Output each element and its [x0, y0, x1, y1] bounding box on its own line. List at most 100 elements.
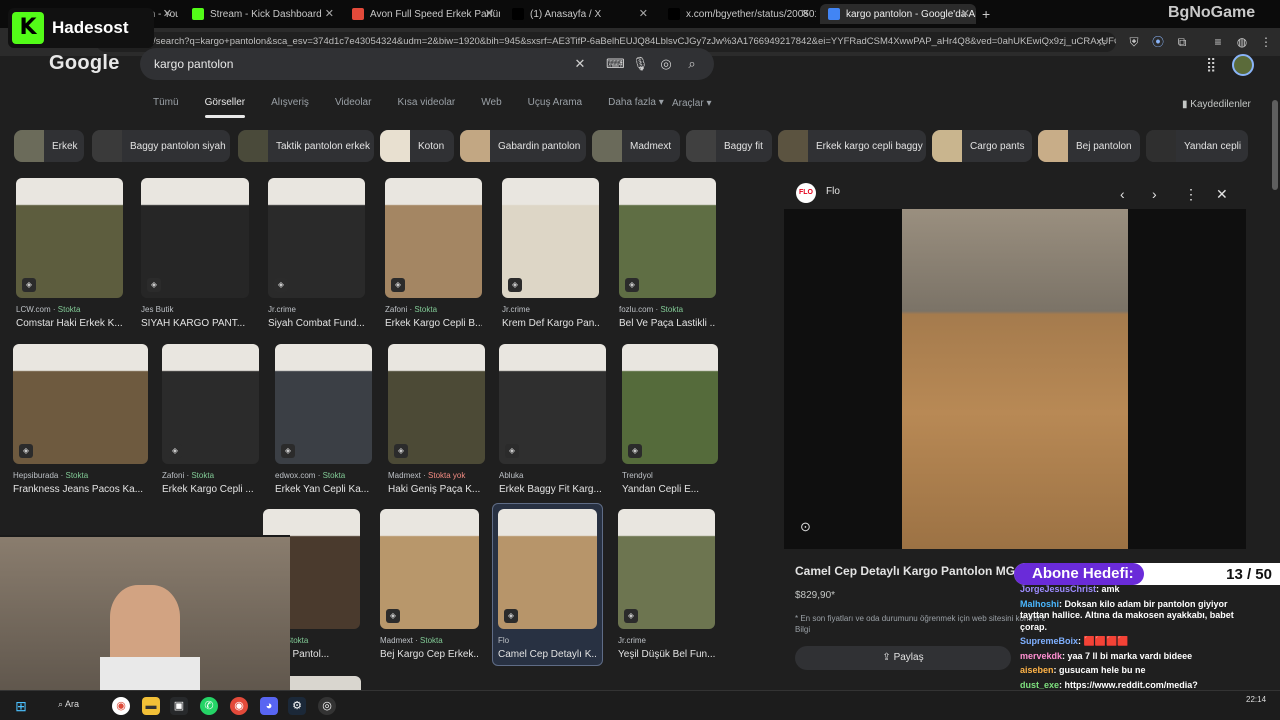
image-result[interactable]: ◈ Zafoni · Stokta Erkek Kargo Cepli B... — [385, 178, 482, 329]
result-title[interactable]: Comstar Haki Erkek K... — [16, 318, 123, 329]
image-result[interactable]: ◈ Jr.crime Krem Def Kargo Pan... — [502, 178, 599, 329]
result-title[interactable]: Haki Geniş Paça K... — [388, 484, 485, 495]
tab-close-icon[interactable]: ✕ — [163, 7, 172, 20]
result-thumbnail[interactable]: ◈ — [141, 178, 249, 298]
browser-tab[interactable]: Avon Full Speed Erkek Parfüm 75ml✕ — [344, 4, 500, 24]
result-title[interactable]: SİYAH KARGO PANT... — [141, 318, 249, 329]
nav-tab[interactable]: Kısa videolar — [384, 96, 468, 118]
browser-tab[interactable]: kargo pantolon - Google'da Ara ✕ — [820, 4, 976, 24]
result-title[interactable]: Bej Kargo Cep Erkek... — [380, 649, 479, 660]
profile-icon[interactable]: ◍ — [1234, 34, 1250, 50]
panel-title[interactable]: Camel Cep Detaylı Kargo Pantolon MG1C... — [795, 564, 1040, 578]
chevron-left-icon[interactable]: ‹ — [1120, 186, 1125, 202]
taskbar-search[interactable]: ⌕ Ara — [58, 699, 79, 710]
page-scrollbar[interactable] — [1272, 100, 1278, 190]
result-thumbnail[interactable]: ◈ — [162, 344, 259, 464]
app-icon[interactable]: ▣ — [170, 697, 188, 715]
result-thumbnail[interactable]: ◈ — [499, 344, 606, 464]
bookmark-star-icon[interactable]: ☆ — [1094, 34, 1110, 50]
windows-start-icon[interactable]: ⊞ — [12, 697, 30, 715]
image-result[interactable]: ◈ LCW.com · Stokta Comstar Haki Erkek K... — [16, 178, 123, 329]
preview-image[interactable]: ⊙ — [784, 209, 1246, 549]
chrome-profile-icon[interactable]: ◉ — [230, 697, 248, 715]
result-title[interactable]: Bel Ve Paça Lastikli ... — [619, 318, 716, 329]
related-chip[interactable]: Madmext — [592, 130, 680, 162]
lens-icon[interactable]: ◎ — [658, 56, 674, 72]
steam-icon[interactable]: ⚙ — [288, 697, 306, 715]
avatar[interactable] — [1232, 54, 1254, 76]
nav-tab[interactable]: Web — [468, 96, 514, 118]
close-icon[interactable]: ✕ — [1216, 186, 1228, 203]
lens-search-icon[interactable]: ⊙ — [800, 519, 811, 535]
result-title[interactable]: Frankness Jeans Pacos Ka... — [13, 484, 148, 495]
image-result[interactable]: ◈ Zafoni · Stokta Erkek Kargo Cepli ... — [162, 344, 259, 495]
search-box[interactable]: ✕ ⌨ 🎙 ◎ ⌕ — [140, 48, 714, 80]
whatsapp-icon[interactable]: ✆ — [200, 697, 218, 715]
puzzle-icon[interactable]: ⧉ — [1174, 34, 1190, 50]
related-chip[interactable]: Erkek — [14, 130, 84, 162]
result-thumbnail[interactable]: ◈ — [385, 178, 482, 298]
result-thumbnail[interactable]: ◈ — [619, 178, 716, 298]
clear-icon[interactable]: ✕ — [572, 56, 588, 72]
chrome-icon[interactable]: ◉ — [112, 697, 130, 715]
related-chip[interactable]: Erkek kargo cepli baggy — [778, 130, 926, 162]
result-thumbnail[interactable]: ◈ — [502, 178, 599, 298]
result-title[interactable]: Yandan Cepli E... — [622, 484, 718, 495]
result-thumbnail[interactable]: ◈ — [380, 509, 479, 629]
result-thumbnail[interactable]: ◈ — [16, 178, 123, 298]
extension-icon[interactable]: ⦿ — [1150, 34, 1166, 50]
image-result[interactable]: ◈ Trendyol Yandan Cepli E... — [622, 344, 718, 495]
image-result[interactable]: ◈ Madmext · Stokta Bej Kargo Cep Erkek... — [380, 509, 479, 660]
tools-button[interactable]: Araçlar ▾ — [672, 98, 711, 109]
tab-close-icon[interactable]: ✕ — [639, 7, 648, 20]
tab-close-icon[interactable]: ✕ — [961, 7, 970, 20]
saved-button[interactable]: ▮ Kaydedilenler — [1182, 99, 1251, 110]
apps-grid-icon[interactable]: ⣿ — [1206, 56, 1216, 73]
image-result[interactable]: ◈ Jes Butik SİYAH KARGO PANT... — [141, 178, 249, 329]
result-title[interactable]: Erkek Yan Cepli Ka... — [275, 484, 372, 495]
image-result[interactable]: ◈ edwox.com · Stokta Erkek Yan Cepli Ka... — [275, 344, 372, 495]
related-chip[interactable]: Bej pantolon — [1038, 130, 1140, 162]
result-title[interactable]: Camel Cep Detaylı K... — [498, 649, 597, 660]
related-chip[interactable]: Baggy fit — [686, 130, 772, 162]
image-result[interactable]: ◈ Hepsiburada · Stokta Frankness Jeans Pac… — [13, 344, 148, 495]
obs-icon[interactable]: ◎ — [318, 697, 336, 715]
nav-tab[interactable]: Uçuş Arama — [515, 96, 595, 118]
related-chip[interactable]: Gabardin pantolon — [460, 130, 586, 162]
shield-icon[interactable]: ⛨ — [1126, 34, 1142, 50]
image-result[interactable]: ◈ fozlu.com · Stokta Bel Ve Paça Lastikli … — [619, 178, 716, 329]
new-tab-button[interactable]: + — [982, 6, 990, 22]
image-result[interactable]: ◈ Jr.crime Yeşil Düşük Bel Fun... — [618, 509, 715, 660]
image-result[interactable]: ◈ Madmext · Stokta yok Haki Geniş Paça K..… — [388, 344, 485, 495]
google-logo[interactable]: Google — [49, 52, 120, 75]
search-icon[interactable]: ⌕ — [684, 56, 700, 72]
tab-close-icon[interactable]: ✕ — [801, 7, 810, 20]
result-thumbnail[interactable]: ◈ — [275, 344, 372, 464]
nav-tab[interactable]: Alışveriş — [258, 96, 322, 118]
related-chip[interactable]: Yandan cepli — [1146, 130, 1248, 162]
image-result[interactable]: ◈ Abluka Erkek Baggy Fit Karg... — [499, 344, 606, 495]
panel-info-link[interactable]: Bilgi — [795, 625, 810, 634]
result-thumbnail[interactable]: ◈ — [618, 509, 715, 629]
nav-tab[interactable]: Tümü — [140, 96, 192, 118]
tab-close-icon[interactable]: ✕ — [325, 7, 334, 20]
more-vert-icon[interactable]: ⋮ — [1258, 34, 1274, 50]
result-title[interactable]: Yeşil Düşük Bel Fun... — [618, 649, 715, 660]
result-title[interactable]: Erkek Kargo Cepli ... — [162, 484, 259, 495]
keyboard-icon[interactable]: ⌨ — [606, 56, 625, 72]
related-chip[interactable]: Taktik pantolon erkek — [238, 130, 374, 162]
nav-tab[interactable]: Görseller — [192, 96, 259, 118]
result-title[interactable]: Siyah Combat Fund... — [268, 318, 365, 329]
result-thumbnail[interactable]: ◈ — [498, 509, 597, 629]
related-chip[interactable]: Baggy pantolon siyah — [92, 130, 230, 162]
panel-source[interactable]: Flo — [826, 186, 840, 197]
related-chip[interactable]: Koton — [380, 130, 454, 162]
browser-tab[interactable]: (1) Anasayfa / X ✕ — [504, 4, 654, 24]
tab-close-icon[interactable]: ✕ — [485, 7, 494, 20]
browser-tab[interactable]: x.com/bgyether/status/2005010 ✕ — [660, 4, 816, 24]
image-result[interactable]: ◈ Jr.crime Siyah Combat Fund... — [268, 178, 365, 329]
share-button[interactable]: ⇪ Paylaş — [795, 646, 1011, 670]
mic-icon[interactable]: 🎙 — [632, 56, 649, 72]
image-result[interactable]: ◈ Flo Camel Cep Detaylı K... — [492, 503, 603, 666]
discord-icon[interactable]: ◕ — [260, 697, 278, 715]
